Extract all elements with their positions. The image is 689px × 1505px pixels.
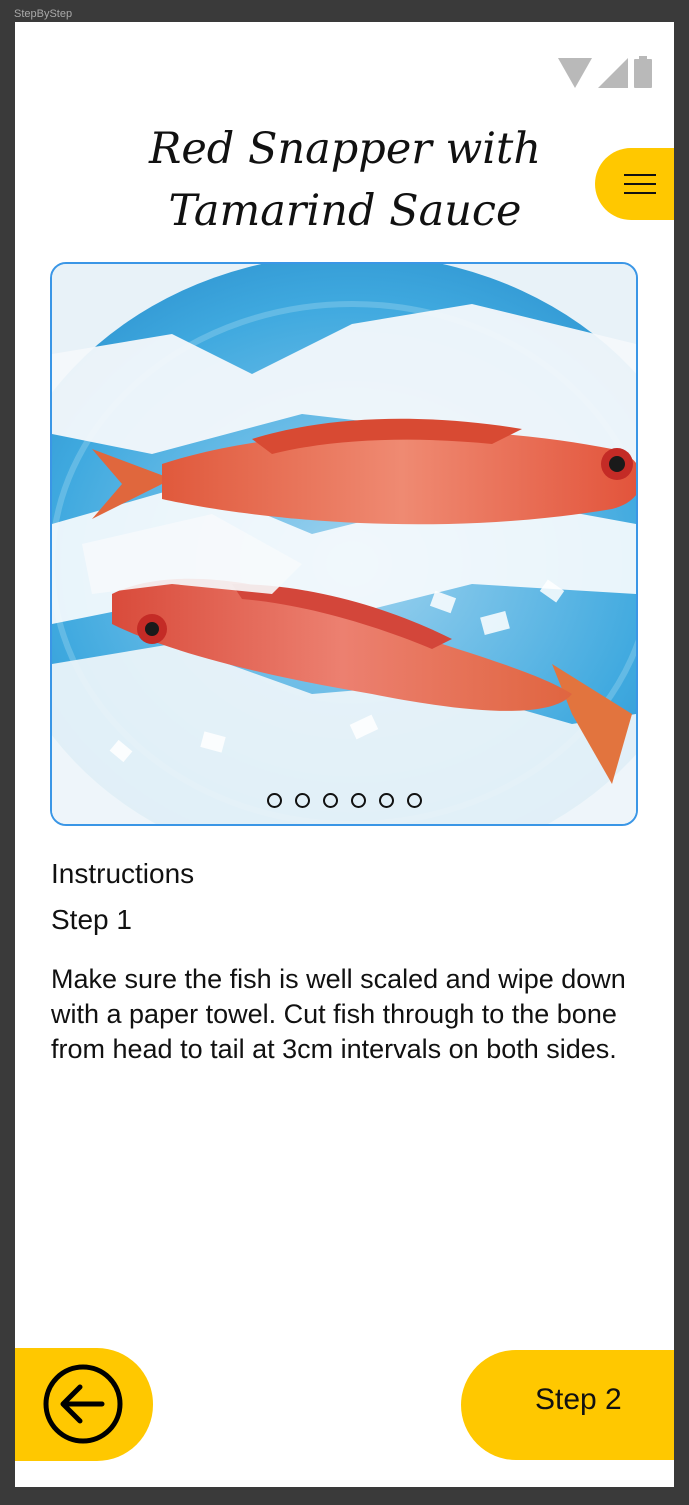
recipe-image-carousel[interactable] [50,262,638,826]
phone-screen: Red Snapper with Tamarind Sauce Instruct… [15,22,674,1487]
wifi-icon [558,58,592,88]
next-step-button[interactable]: Step 2 [461,1350,674,1460]
carousel-dot[interactable] [350,793,366,808]
frame-label: StepByStep [14,8,73,20]
battery-icon [634,56,652,88]
recipe-image [52,264,636,824]
next-step-label: Step 2 [535,1383,622,1416]
carousel-dot[interactable] [266,793,282,808]
carousel-dot[interactable] [294,793,310,808]
status-bar [558,56,652,88]
step-instruction-text: Make sure the fish is well scaled and wi… [51,964,626,1064]
arrow-left-circle-icon [43,1364,123,1444]
menu-button[interactable] [595,148,674,220]
instructions-heading: Instructions [51,858,195,889]
recipe-title: Red Snapper with Tamarind Sauce [148,124,542,236]
back-button[interactable] [15,1348,153,1461]
carousel-dot[interactable] [322,793,338,808]
carousel-dot[interactable] [378,793,394,808]
carousel-pagination [52,793,636,808]
step-label: Step 1 [51,904,132,935]
carousel-dot[interactable] [406,793,422,808]
cellular-signal-icon [598,58,628,88]
